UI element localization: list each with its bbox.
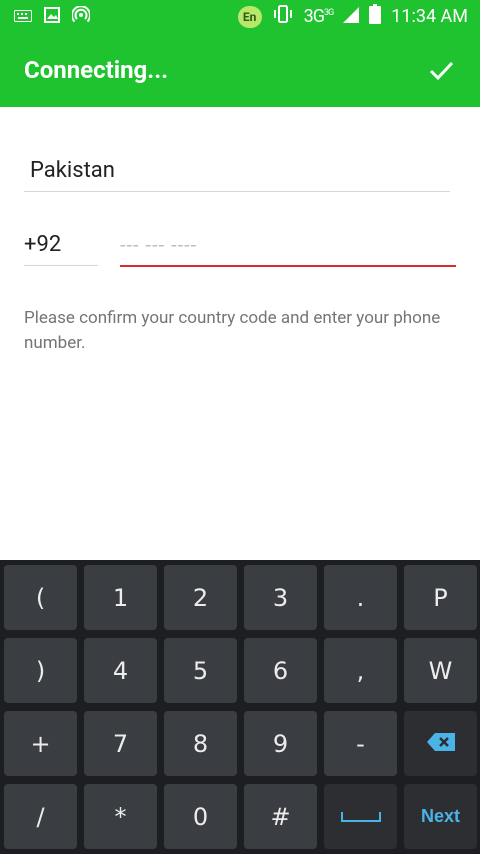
numeric-keyboard: ( 1 2 3 . P ) 4 5 6 , W + 7 8 9 - / * 0 … [0,560,480,854]
hotspot-icon [71,4,91,28]
key-4[interactable]: 4 [84,638,157,703]
key-7[interactable]: 7 [84,711,157,776]
key-minus[interactable]: - [324,711,397,776]
network-type: 3G3G [303,6,335,27]
page-title: Connecting... [24,56,169,84]
clock: 11:34 AM [391,6,468,27]
help-text: Please confirm your country code and ent… [24,308,441,353]
country-code-field[interactable]: +92 [24,226,98,266]
key-2[interactable]: 2 [164,565,237,630]
key-comma[interactable]: , [324,638,397,703]
keyboard-icon [14,7,32,26]
key-5[interactable]: 5 [164,638,237,703]
battery-icon [369,4,382,29]
vibrate-icon [272,5,294,28]
key-backspace[interactable] [404,711,477,776]
backspace-icon [426,730,456,758]
country-field[interactable]: Pakistan [24,150,450,192]
space-icon [340,811,381,822]
image-icon [44,6,60,27]
key-w[interactable]: W [404,638,477,703]
key-1[interactable]: 1 [84,565,157,630]
key-next[interactable]: Next [404,784,477,849]
key-hash[interactable]: # [244,784,317,849]
language-badge: En [237,5,262,28]
key-0[interactable]: 0 [164,784,237,849]
app-bar: Connecting... [0,33,480,107]
key-slash[interactable]: / [4,784,77,849]
status-bar: En 3G3G 11:34 AM [0,0,480,33]
key-open-paren[interactable]: ( [4,565,77,630]
check-icon[interactable] [426,55,456,85]
key-close-paren[interactable]: ) [4,638,77,703]
phone-number-field[interactable]: --- --- ---- [120,226,456,267]
key-3[interactable]: 3 [244,565,317,630]
key-p[interactable]: P [404,565,477,630]
key-period[interactable]: . [324,565,397,630]
key-8[interactable]: 8 [164,711,237,776]
key-plus[interactable]: + [4,711,77,776]
key-space[interactable] [324,784,397,849]
key-6[interactable]: 6 [244,638,317,703]
key-9[interactable]: 9 [244,711,317,776]
signal-icon [343,5,360,28]
key-asterisk[interactable]: * [84,784,157,849]
